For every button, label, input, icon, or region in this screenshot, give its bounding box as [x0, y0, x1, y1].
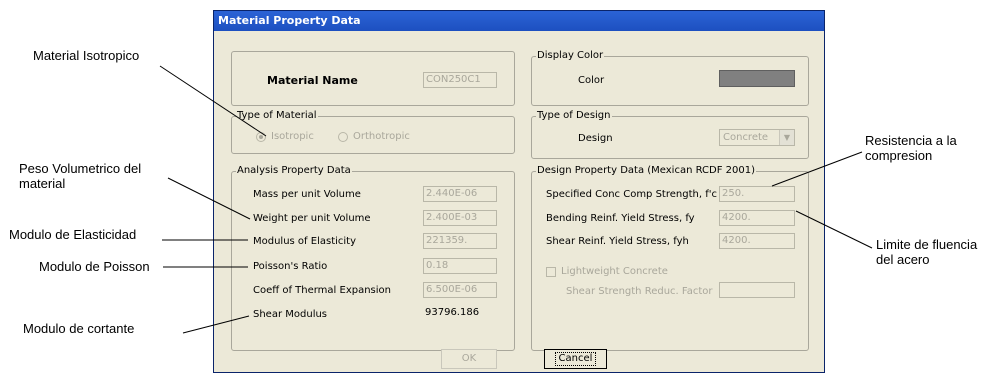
- poissons-ratio-field[interactable]: 0.18: [423, 258, 497, 274]
- annotation-modulo-poisson: Modulo de Poisson: [39, 259, 150, 274]
- modulus-of-elasticity-field[interactable]: 221359.: [423, 233, 497, 249]
- shear-modulus-label: Shear Modulus: [253, 309, 328, 320]
- lightweight-concrete-label: Lightweight Concrete: [561, 266, 668, 277]
- analysis-property-group-title: Analysis Property Data: [236, 165, 352, 177]
- orthotropic-label: Orthotropic: [353, 131, 410, 142]
- annotation-material-isotropico: Material Isotropico: [33, 48, 140, 63]
- design-property-group-title: Design Property Data (Mexican RCDF 2001): [536, 165, 757, 177]
- material-name-field[interactable]: CON250C1: [423, 72, 497, 88]
- shear-modulus-field: 93796.186: [423, 306, 497, 322]
- annotation-resistencia-compresion: Resistencia a la compresion: [865, 133, 957, 163]
- display-color-group-title: Display Color: [536, 50, 605, 62]
- thermal-expansion-field[interactable]: 6.500E-06: [423, 282, 497, 298]
- material-name-label: Material Name: [267, 74, 358, 87]
- isotropic-radio[interactable]: [256, 132, 266, 142]
- type-of-design-group-title: Type of Design: [536, 110, 612, 122]
- design-select-value: Concrete: [723, 132, 769, 143]
- conc-comp-strength-label: Specified Conc Comp Strength, f'c: [546, 189, 717, 200]
- mass-per-unit-volume-label: Mass per unit Volume: [253, 189, 361, 200]
- dialog-title: Material Property Data: [218, 14, 361, 27]
- bending-yield-stress-field[interactable]: 4200.: [719, 210, 795, 226]
- modulus-of-elasticity-label: Modulus of Elasticity: [253, 236, 357, 247]
- cancel-button-label: Cancel: [554, 352, 597, 366]
- annotation-limite-fluencia: Limite de fluencia del acero: [876, 237, 978, 267]
- cancel-button[interactable]: Cancel: [544, 349, 607, 369]
- weight-per-unit-volume-label: Weight per unit Volume: [253, 213, 371, 224]
- weight-per-unit-volume-field[interactable]: 2.400E-03: [423, 210, 497, 226]
- orthotropic-radio[interactable]: [338, 132, 348, 142]
- shear-strength-reduc-field[interactable]: [719, 282, 795, 298]
- shear-yield-stress-label: Shear Reinf. Yield Stress, fyh: [546, 236, 689, 247]
- shear-yield-stress-field[interactable]: 4200.: [719, 233, 795, 249]
- isotropic-label: Isotropic: [271, 131, 314, 142]
- annotation-peso-volumetrico: Peso Volumetrico del material: [19, 161, 142, 191]
- design-label: Design: [578, 133, 613, 144]
- color-label: Color: [578, 75, 605, 86]
- isotropic-radio-dot: [259, 135, 263, 139]
- title-bar: Material Property Data: [214, 11, 824, 31]
- chevron-down-icon[interactable]: ▼: [779, 130, 794, 145]
- design-select[interactable]: Concrete ▼: [719, 129, 795, 146]
- poissons-ratio-label: Poisson's Ratio: [253, 261, 328, 272]
- type-of-material-group-title: Type of Material: [236, 110, 318, 122]
- lightweight-concrete-checkbox[interactable]: [546, 267, 556, 277]
- bending-yield-stress-label: Bending Reinf. Yield Stress, fy: [546, 213, 695, 224]
- mass-per-unit-volume-field[interactable]: 2.440E-06: [423, 186, 497, 202]
- thermal-expansion-label: Coeff of Thermal Expansion: [253, 285, 391, 296]
- material-property-dialog: Material Property Data Material Name CON…: [213, 10, 825, 373]
- conc-comp-strength-field[interactable]: 250.: [719, 186, 795, 202]
- shear-strength-reduc-label: Shear Strength Reduc. Factor: [566, 286, 713, 297]
- color-swatch[interactable]: [719, 70, 795, 87]
- annotation-modulo-cortante: Modulo de cortante: [23, 321, 135, 336]
- annotation-modulo-elasticidad: Modulo de Elasticidad: [9, 227, 137, 242]
- ok-button[interactable]: OK: [441, 349, 497, 369]
